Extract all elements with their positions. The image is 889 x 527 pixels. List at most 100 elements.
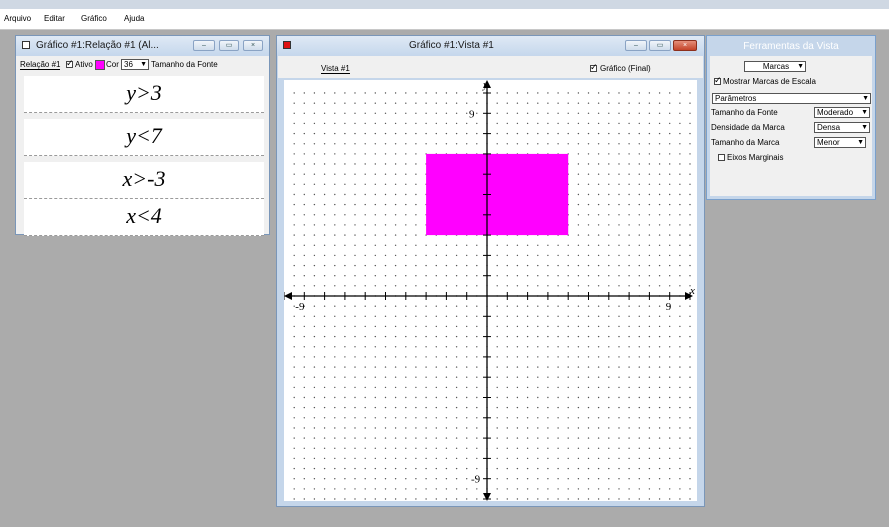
grid-dot <box>628 254 630 257</box>
marginal-axes-checkbox[interactable] <box>718 154 725 161</box>
grid-dot <box>648 254 651 257</box>
grid-dot <box>384 406 387 409</box>
grid-dot <box>303 457 305 460</box>
grid-dot <box>587 244 590 246</box>
grid-dot <box>638 153 640 155</box>
final-graph-checkbox[interactable] <box>590 62 598 73</box>
grid-dot <box>526 376 529 378</box>
params-select-value: Parâmetros <box>715 94 757 103</box>
minimize-button[interactable]: – <box>193 40 215 51</box>
show-marks-checkbox[interactable] <box>714 75 722 86</box>
y-tick-label-neg: -9 <box>471 474 481 486</box>
grid-dot <box>567 396 569 399</box>
params-select[interactable]: Parâmetros ▼ <box>712 93 871 104</box>
grid-dot <box>648 417 651 419</box>
grid-dot <box>658 498 661 500</box>
grid-dot <box>689 122 691 125</box>
grid-dot <box>435 447 437 449</box>
grid-dot <box>334 457 336 460</box>
grid-dot <box>567 244 569 246</box>
grid-dot <box>344 224 346 226</box>
density-select[interactable]: Densa ▼ <box>814 122 870 133</box>
mark-size-select[interactable]: Menor ▼ <box>814 137 866 148</box>
font-size-select[interactable]: Moderado ▼ <box>814 107 870 118</box>
grid-dot <box>415 264 417 267</box>
grid-dot <box>577 122 580 125</box>
grid-dot <box>384 224 387 226</box>
grid-dot <box>354 214 356 216</box>
grid-dot <box>638 488 640 490</box>
relation-window-titlebar[interactable]: Gráfico #1:Relação #1 (Al... – ▭ × <box>16 36 269 56</box>
tab-relacao-1[interactable]: Relação #1 <box>20 60 61 70</box>
grid-dot <box>364 315 366 317</box>
menu-grafico[interactable]: Gráfico <box>81 14 107 23</box>
grid-dot <box>628 488 630 490</box>
grid-dot <box>658 132 661 135</box>
grid-dot <box>689 234 691 236</box>
grid-dot <box>476 437 478 439</box>
grid-dot <box>618 417 620 419</box>
color-swatch[interactable] <box>95 60 105 70</box>
grid-dot <box>293 102 295 104</box>
grid-dot <box>476 498 478 500</box>
grid-dot <box>344 234 346 236</box>
close-button[interactable]: × <box>243 40 263 51</box>
grid-dot <box>506 305 508 307</box>
grid-dot <box>587 264 590 267</box>
equation-3[interactable]: x>-3 <box>24 162 264 199</box>
grid-dot <box>374 153 376 155</box>
grid-dot <box>313 376 316 378</box>
grid-dot <box>344 427 346 429</box>
equation-1[interactable]: y>3 <box>24 76 264 113</box>
grid-dot <box>608 275 610 277</box>
graph-window-titlebar[interactable]: Gráfico #1:Vista #1 – ▭ × <box>277 36 704 56</box>
grid-dot <box>293 234 295 236</box>
grid-dot <box>303 214 305 216</box>
grid-dot <box>455 275 458 277</box>
close-button[interactable]: × <box>673 40 697 51</box>
grid-dot <box>567 92 569 94</box>
grid-dot <box>516 122 519 125</box>
grid-dot <box>394 275 397 277</box>
grid-dot <box>344 183 346 185</box>
marks-select[interactable]: Marcas ▼ <box>744 61 806 72</box>
grid-dot <box>466 447 468 449</box>
grid-dot <box>587 214 590 216</box>
grid-dot <box>394 335 397 338</box>
grid-dot <box>364 478 366 480</box>
grid-dot <box>679 366 681 368</box>
tab-vista-1[interactable]: Vista #1 <box>321 64 350 74</box>
grid-dot <box>547 132 549 135</box>
grid-dot <box>597 366 600 368</box>
grid-dot <box>597 346 600 348</box>
grid-dot <box>587 224 590 226</box>
grid-dot <box>415 254 417 257</box>
active-checkbox[interactable] <box>66 58 74 69</box>
grid-dot <box>537 143 539 145</box>
grid-dot <box>405 163 407 165</box>
font-size-select[interactable]: 36 ▼ <box>121 59 149 70</box>
grid-dot <box>394 214 397 216</box>
minimize-button[interactable]: – <box>625 40 647 51</box>
grid-dot <box>506 122 508 125</box>
equation-4[interactable]: x<4 <box>24 199 264 236</box>
menu-arquivo[interactable]: Arquivo <box>4 14 31 23</box>
grid-dot <box>445 244 448 246</box>
grid-dot <box>374 376 376 378</box>
restore-button[interactable]: ▭ <box>649 40 671 51</box>
grid-dot <box>303 335 305 338</box>
grid-dot <box>526 346 529 348</box>
restore-button[interactable]: ▭ <box>219 40 239 51</box>
menu-ajuda[interactable]: Ajuda <box>124 14 144 23</box>
grid-dot <box>384 183 387 185</box>
grid-dot <box>506 417 508 419</box>
grid-dot <box>374 254 376 257</box>
menu-editar[interactable]: Editar <box>44 14 65 23</box>
x-axis-label: x <box>689 285 695 297</box>
grid-dot <box>577 498 580 500</box>
grid-dot <box>679 112 681 114</box>
screen-top-strip <box>0 0 889 9</box>
equation-2[interactable]: y<7 <box>24 119 264 156</box>
graph-canvas[interactable]: x y -9 9 9 -9 <box>284 80 697 501</box>
grid-dot <box>658 163 661 165</box>
